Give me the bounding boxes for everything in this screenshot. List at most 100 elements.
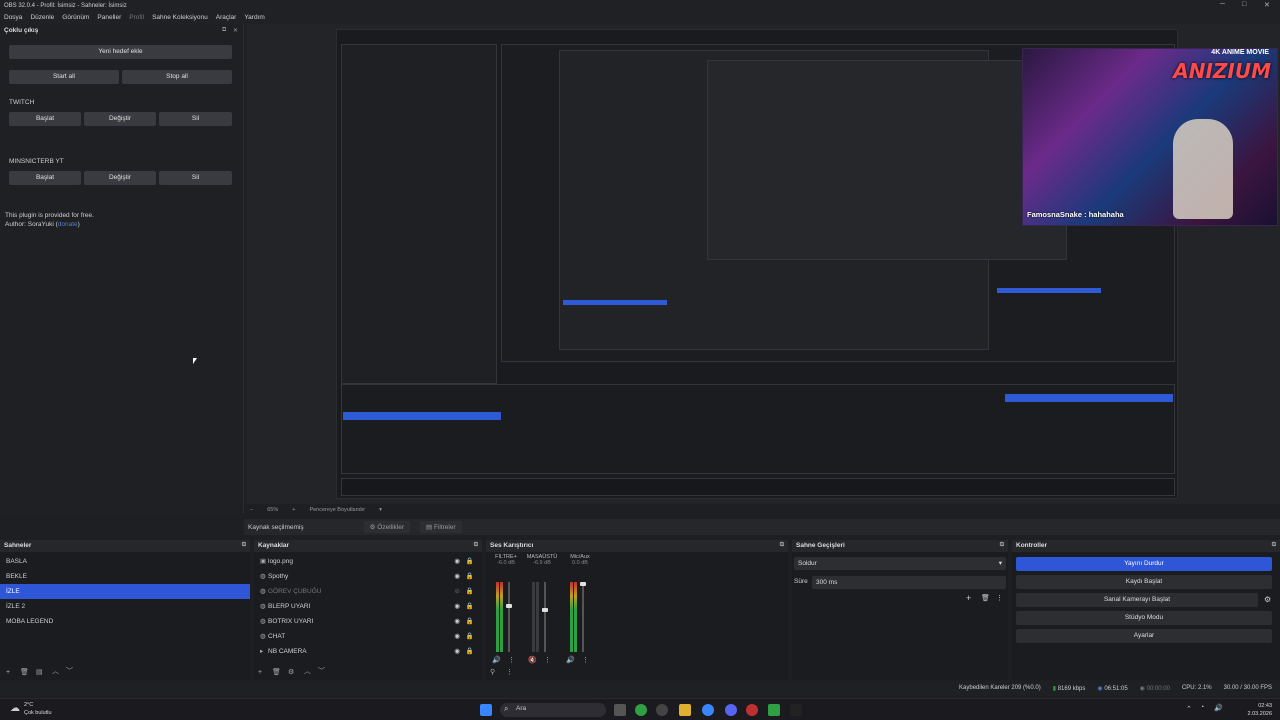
zoom-level[interactable]: 65% xyxy=(267,507,278,513)
source-item[interactable]: ◍ GÖREV ÇUBUĞU ⊘ 🔒 xyxy=(254,584,482,599)
fader-handle[interactable] xyxy=(580,582,586,586)
start-all-button[interactable]: Start all xyxy=(9,70,119,84)
duration-input[interactable]: 300 ms xyxy=(812,576,1006,589)
filters-button[interactable]: ▤ Filtreler xyxy=(420,521,462,533)
settings-button[interactable]: Ayarlar xyxy=(1016,629,1272,643)
play-icon[interactable] xyxy=(768,704,780,716)
kebab-menu-icon[interactable]: ⋮ xyxy=(996,594,1003,602)
eye-hidden-icon[interactable]: ⊘ xyxy=(455,584,460,599)
chevron-up-icon[interactable]: ︿ xyxy=(52,666,59,676)
speaker-icon[interactable]: 🔊 xyxy=(1214,704,1223,712)
menu-item[interactable]: Dosya xyxy=(4,14,22,22)
dock-menu-icon[interactable]: ⧉ xyxy=(1272,542,1276,549)
volume-fader[interactable] xyxy=(544,582,546,652)
xbox-icon[interactable] xyxy=(635,704,647,716)
menu-item[interactable]: Araçlar xyxy=(216,14,237,22)
dock-menu-icon[interactable]: ⧉ xyxy=(780,542,784,549)
scene-item[interactable]: İZLE xyxy=(0,584,250,599)
kebab-menu-icon[interactable]: ⋮ xyxy=(544,656,551,664)
lock-icon[interactable]: 🔒 xyxy=(466,599,474,614)
add-icon[interactable]: + xyxy=(258,669,262,676)
trash-icon[interactable]: 🗑 xyxy=(272,668,281,676)
start-virtual-camera-button[interactable]: Sanal Kamerayı Başlat xyxy=(1016,593,1258,607)
source-item[interactable]: ◍ BLERP UYARI ◉ 🔒 xyxy=(254,599,482,614)
search-box[interactable]: Ara xyxy=(500,703,606,717)
fader-handle[interactable] xyxy=(506,604,512,608)
edit-button[interactable]: Değiştir xyxy=(84,171,156,185)
lock-icon[interactable]: 🔒 xyxy=(466,554,474,569)
zoom-out-icon[interactable]: − xyxy=(250,507,253,513)
start-button[interactable]: Başlat xyxy=(9,171,81,185)
scene-item[interactable]: İZLE 2 xyxy=(0,599,250,614)
obs-icon[interactable] xyxy=(656,704,668,716)
menu-item[interactable]: Yardım xyxy=(244,14,264,22)
source-item[interactable]: ▸ NB CAMERA ◉ 🔒 xyxy=(254,644,482,659)
task-view-icon[interactable] xyxy=(614,704,626,716)
eye-icon[interactable]: ◉ xyxy=(454,599,460,614)
windows-start-icon[interactable] xyxy=(480,704,492,716)
volume-fader[interactable] xyxy=(582,582,584,652)
filter-icon[interactable]: ▤ xyxy=(36,668,43,676)
fader-handle[interactable] xyxy=(542,608,548,612)
trash-icon[interactable]: 🗑 xyxy=(20,668,29,676)
scene-item[interactable]: BEKLE xyxy=(0,569,250,584)
properties-button[interactable]: ⚙ Özellikler xyxy=(363,521,411,533)
speaker-muted-icon[interactable]: 🔇 xyxy=(528,656,537,664)
lock-icon[interactable]: 🔒 xyxy=(466,629,474,644)
clock[interactable]: 02:43 2.03.2026 xyxy=(1248,702,1272,718)
dock-menu-icon[interactable]: ⧉ xyxy=(474,542,478,549)
delete-button[interactable]: Sil xyxy=(159,112,232,126)
lock-icon[interactable]: 🔒 xyxy=(466,569,474,584)
delete-button[interactable]: Sil xyxy=(159,171,232,185)
eye-icon[interactable]: ◉ xyxy=(454,614,460,629)
menu-item[interactable]: Paneller xyxy=(97,14,121,22)
source-item[interactable]: ◍ Spothy ◉ 🔒 xyxy=(254,569,482,584)
close-icon[interactable]: ✕ xyxy=(1264,1,1270,9)
chevron-up-icon[interactable]: ⌃ xyxy=(1186,705,1192,713)
volume-fader[interactable] xyxy=(508,582,510,652)
float-icon[interactable]: ⧉ xyxy=(222,27,226,34)
chevron-up-icon[interactable]: ︿ xyxy=(304,666,311,676)
scene-item[interactable]: MOBA LEGEND xyxy=(0,614,250,629)
source-item[interactable]: ◍ CHAT ◉ 🔒 xyxy=(254,629,482,644)
eye-icon[interactable]: ◉ xyxy=(454,629,460,644)
transition-select[interactable]: Soldur ▾ xyxy=(794,557,1006,570)
add-icon[interactable]: + xyxy=(966,593,971,603)
zoom-in-icon[interactable]: + xyxy=(292,507,295,513)
weather-widget[interactable]: 2°C Çok bulutlu xyxy=(24,701,52,717)
maximize-icon[interactable]: □ xyxy=(1242,1,1246,8)
wifi-icon[interactable]: ◔ xyxy=(1200,704,1204,711)
add-icon[interactable]: + xyxy=(6,669,10,676)
menu-item[interactable]: Sahne Koleksiyonu xyxy=(152,14,208,22)
trash-icon[interactable]: 🗑 xyxy=(981,594,990,602)
chevron-down-icon[interactable]: ﹀ xyxy=(318,666,325,676)
dock-menu-icon[interactable]: ⧉ xyxy=(1000,542,1004,549)
eye-icon[interactable]: ◉ xyxy=(454,644,460,659)
add-target-button[interactable]: Yeni hedef ekle xyxy=(9,45,232,59)
stop-all-button[interactable]: Stop all xyxy=(122,70,232,84)
dock-close-icon[interactable]: ✕ xyxy=(233,27,238,34)
eye-icon[interactable]: ◉ xyxy=(454,569,460,584)
scene-item[interactable]: BASLA xyxy=(0,554,250,569)
lock-icon[interactable]: 🔒 xyxy=(466,644,474,659)
chevron-down-icon[interactable]: ▾ xyxy=(379,507,382,513)
menu-item[interactable]: Profil xyxy=(129,14,144,22)
lock-icon[interactable]: 🔒 xyxy=(466,584,474,599)
speaker-icon[interactable]: 🔊 xyxy=(566,656,575,664)
source-item[interactable]: ◍ BOTRIX UYARI ◉ 🔒 xyxy=(254,614,482,629)
eye-icon[interactable]: ◉ xyxy=(454,554,460,569)
edit-button[interactable]: Değiştir xyxy=(84,112,156,126)
start-recording-button[interactable]: Kaydı Başlat xyxy=(1016,575,1272,589)
stop-stream-button[interactable]: Yayını Durdur xyxy=(1016,557,1272,571)
dock-menu-icon[interactable]: ⧉ xyxy=(242,542,246,549)
record-app-icon[interactable] xyxy=(746,704,758,716)
chrome-icon[interactable] xyxy=(702,704,714,716)
chevron-down-icon[interactable]: ﹀ xyxy=(66,666,73,676)
folder-icon[interactable] xyxy=(679,704,691,716)
studio-mode-button[interactable]: Stüdyo Modu xyxy=(1016,611,1272,625)
link-icon[interactable]: ⚲ xyxy=(490,668,495,676)
kebab-menu-icon[interactable]: ⋮ xyxy=(508,656,515,664)
zoom-mode[interactable]: Pencereye Boyutlandır xyxy=(309,507,365,513)
discord-icon[interactable] xyxy=(725,704,737,716)
minimize-icon[interactable]: ─ xyxy=(1220,1,1225,8)
